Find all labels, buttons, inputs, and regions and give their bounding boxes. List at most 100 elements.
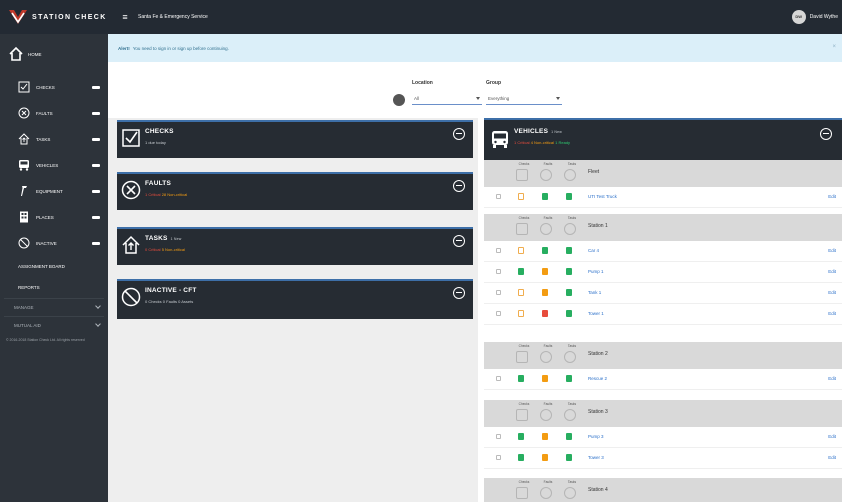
collapse-icon[interactable] xyxy=(92,163,100,167)
table-row[interactable]: Tower 3 Edit xyxy=(484,448,842,469)
noncritical-count: 28 Non-critical xyxy=(161,192,188,197)
checks-status xyxy=(518,310,524,317)
sidebar-item-checks[interactable]: CHECKS xyxy=(0,74,108,100)
checks-status xyxy=(518,289,524,296)
circle-up-icon xyxy=(564,223,576,235)
vehicle-name-link[interactable]: Tower 1 xyxy=(588,311,604,316)
sidebar-item-home[interactable]: HOME xyxy=(0,34,108,74)
row-checkbox[interactable] xyxy=(496,311,501,316)
sidebar-dropdown-mutual-aid[interactable]: MUTUAL AID xyxy=(4,316,104,334)
group-name: Station 4 xyxy=(588,487,608,493)
table-row[interactable]: Tower 1 Edit xyxy=(484,304,842,325)
sidebar-item-vehicles[interactable]: VEHICLES xyxy=(0,152,108,178)
sidebar-item-faults[interactable]: FAULTS xyxy=(0,100,108,126)
card-checks[interactable]: CHECKS 1 due today xyxy=(117,120,473,158)
sidebar-item-label: PLACES xyxy=(36,214,54,220)
user-menu[interactable]: DW David Wythe xyxy=(791,0,838,34)
tasks-status xyxy=(566,247,572,254)
edit-link[interactable]: Edit xyxy=(828,376,836,381)
column-header: Faults xyxy=(543,162,553,166)
vehicle-name-link[interactable]: Rescue 2 xyxy=(588,376,607,381)
location-select[interactable]: All xyxy=(412,93,482,105)
vehicle-name-link[interactable]: Pump 1 xyxy=(588,269,604,274)
edit-link[interactable]: Edit xyxy=(828,311,836,316)
collapse-toggle-icon[interactable] xyxy=(453,180,465,192)
close-icon[interactable]: × xyxy=(832,44,836,50)
sidebar-link-assignment-board[interactable]: ASSIGNMENT BOARD xyxy=(0,256,108,277)
row-checkbox[interactable] xyxy=(496,376,501,381)
edit-link[interactable]: Edit xyxy=(828,248,836,253)
card-tasks[interactable]: TASKS 1 New 0 Critical 5 Non-critical xyxy=(117,227,473,265)
collapse-toggle-icon[interactable] xyxy=(453,287,465,299)
edit-link[interactable]: Edit xyxy=(828,194,836,199)
table-row[interactable]: Tank 1 Edit xyxy=(484,283,842,304)
menu-toggle-icon[interactable]: ≡ xyxy=(118,12,132,22)
collapse-icon[interactable] xyxy=(92,111,100,115)
table-row[interactable]: Pump 1 Edit xyxy=(484,262,842,283)
sidebar-item-inactive[interactable]: INACTIVE xyxy=(0,230,108,256)
collapse-icon[interactable] xyxy=(92,189,100,193)
circle-up-icon xyxy=(564,409,576,421)
group-name: Station 3 xyxy=(588,409,608,415)
edit-link[interactable]: Edit xyxy=(828,269,836,274)
brand[interactable]: STATION CHECK xyxy=(0,0,118,34)
avatar[interactable]: DW xyxy=(791,10,806,24)
vehicle-name-link[interactable]: Tank 1 xyxy=(588,290,601,295)
column-headers: Checks Faults Tasks xyxy=(512,216,584,220)
collapse-toggle-icon[interactable] xyxy=(453,235,465,247)
sidebar-dropdown-label: MUTUAL AID xyxy=(14,323,41,328)
collapse-icon[interactable] xyxy=(92,85,100,89)
faults-status xyxy=(542,375,548,382)
sidebar-link-reports[interactable]: REPORTS xyxy=(0,277,108,298)
no-entry-icon xyxy=(18,237,30,249)
table-row[interactable]: Pump 3 Edit xyxy=(484,427,842,448)
sidebar-item-equipment[interactable]: EQUIPMENT xyxy=(0,178,108,204)
card-inactive[interactable]: INACTIVE - CFT 0 Checks 0 Faults 0 Asset… xyxy=(117,279,473,319)
column-icons xyxy=(516,169,588,181)
alert-label: Alert! xyxy=(118,45,130,51)
card-faults[interactable]: FAULTS 1 Critical 28 Non-critical xyxy=(117,172,473,210)
collapse-toggle-icon[interactable] xyxy=(820,128,832,140)
card-title: VEHICLES 1 New xyxy=(514,128,562,135)
column-header: Checks xyxy=(518,344,530,348)
vehicle-name-link[interactable]: Pump 3 xyxy=(588,434,604,439)
circle-up-icon xyxy=(564,351,576,363)
group-label: Group xyxy=(486,80,501,86)
row-checkbox[interactable] xyxy=(496,248,501,253)
sidebar-item-places[interactable]: PLACES xyxy=(0,204,108,230)
card-vehicles[interactable]: VEHICLES 1 New 1 Critical 4 Non-critical … xyxy=(484,118,842,160)
collapse-icon[interactable] xyxy=(92,215,100,219)
column-header: Faults xyxy=(543,344,553,348)
new-badge: 1 New xyxy=(170,237,182,241)
row-checkbox[interactable] xyxy=(496,455,501,460)
table-row[interactable]: Car 4 Edit xyxy=(484,241,842,262)
row-checkbox[interactable] xyxy=(496,290,501,295)
sidebar-item-tasks[interactable]: TASKS xyxy=(0,126,108,152)
row-checkbox[interactable] xyxy=(496,194,501,199)
vehicle-name-link[interactable]: Tower 3 xyxy=(588,455,604,460)
group-select[interactable]: Everything xyxy=(486,93,562,105)
collapse-icon[interactable] xyxy=(92,137,100,141)
collapse-toggle-icon[interactable] xyxy=(453,128,465,140)
filter-bar xyxy=(108,62,842,118)
table-row[interactable]: UTI Test Truck Edit xyxy=(484,187,842,208)
vehicle-name-link[interactable]: UTI Test Truck xyxy=(588,194,617,199)
circle-x-icon xyxy=(121,180,141,200)
row-checkbox[interactable] xyxy=(496,434,501,439)
circle-x-icon xyxy=(540,223,552,235)
user-name[interactable]: David Wythe xyxy=(810,14,838,20)
vehicle-name-link[interactable]: Car 4 xyxy=(588,248,599,253)
sidebar-dropdown-manage[interactable]: MANAGE xyxy=(4,298,104,316)
collapse-icon[interactable] xyxy=(92,241,100,245)
row-checkbox[interactable] xyxy=(496,269,501,274)
tasks-status xyxy=(566,454,572,461)
vehicle-group-header: Checks Faults Tasks Station 1 xyxy=(484,214,842,241)
house-up-icon xyxy=(121,235,141,255)
sidebar: HOME CHECKS FAULTS TASKS VEHICLES EQUIPM… xyxy=(0,34,108,502)
table-row[interactable]: Rescue 2 Edit xyxy=(484,369,842,390)
vehicle-group-header: Checks Faults Tasks Station 4 xyxy=(484,478,842,502)
card-title: FAULTS xyxy=(145,180,171,187)
edit-link[interactable]: Edit xyxy=(828,434,836,439)
edit-link[interactable]: Edit xyxy=(828,455,836,460)
edit-link[interactable]: Edit xyxy=(828,290,836,295)
